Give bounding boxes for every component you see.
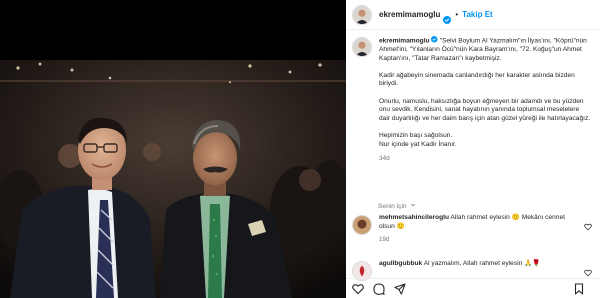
comment-text: Al yazmalım, Allah rahmet eylesin 🙏🌹 xyxy=(423,260,541,267)
caption-paragraph: Hepimizin başı sağolsun. xyxy=(379,132,453,140)
post-photo-image xyxy=(0,60,346,298)
commenter-username[interactable]: mehmetsahincileroglu xyxy=(379,214,449,221)
caption-author-avatar[interactable] xyxy=(352,37,372,57)
commenter-username[interactable]: agullbgubbuk xyxy=(379,260,422,267)
comment-timestamp: 19d xyxy=(379,236,390,244)
translation-toggle[interactable]: Senin için xyxy=(378,202,416,210)
caption-paragraph: Onurlu, namuslu, haksızlığa boyun eğmeye… xyxy=(379,97,591,122)
caption-paragraph: Kadir ağabeyin sinemada canlandırdığı he… xyxy=(379,71,575,88)
caption-text: ekremimamoglu "Selvi Boylum Al Yazmalım"… xyxy=(379,36,591,163)
comment-icon[interactable] xyxy=(373,282,385,295)
comment-item: mehmetsahincileroglu Allah rahmet eylesi… xyxy=(352,214,596,245)
caption-username[interactable]: ekremimamoglu xyxy=(379,38,430,45)
translation-label: Senin için xyxy=(378,202,407,210)
chevron-down-icon xyxy=(410,202,416,210)
commenter-avatar[interactable] xyxy=(352,215,372,235)
header-separator: • xyxy=(455,10,459,19)
post-image-pane xyxy=(0,0,346,298)
post-side-panel: ekremimamoglu • Takip Et ekremimamoglu "… xyxy=(346,0,600,298)
comment-body: mehmetsahincileroglu Allah rahmet eylesi… xyxy=(379,214,579,245)
heart-icon[interactable] xyxy=(584,218,592,231)
author-avatar[interactable] xyxy=(352,4,372,25)
verified-badge-icon xyxy=(431,36,438,45)
bookmark-icon[interactable] xyxy=(573,283,585,295)
author-username[interactable]: ekremimamoglu xyxy=(379,10,440,19)
post-photo[interactable] xyxy=(0,60,346,298)
heart-icon[interactable] xyxy=(584,264,592,277)
post-caption: ekremimamoglu "Selvi Boylum Al Yazmalım"… xyxy=(352,36,596,163)
verified-badge-icon xyxy=(443,11,452,24)
caption-paragraph: Nur içinde yat Kadir İnanır. xyxy=(379,140,457,148)
post-header: ekremimamoglu • Takip Et xyxy=(346,0,600,30)
caption-timestamp[interactable]: 34d xyxy=(379,155,591,164)
heart-icon[interactable] xyxy=(352,283,364,295)
follow-button[interactable]: Takip Et xyxy=(462,10,493,19)
share-icon[interactable] xyxy=(394,282,406,295)
post-action-bar xyxy=(346,278,600,298)
